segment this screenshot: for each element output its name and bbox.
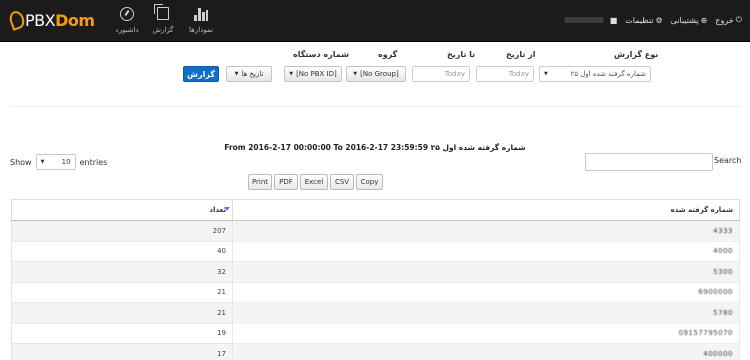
number-cell: 5300 bbox=[232, 261, 740, 282]
nav-logout-label: خروج bbox=[715, 15, 734, 25]
generate-report-label: گزارش bbox=[186, 69, 215, 79]
group-label: گروه bbox=[378, 50, 398, 59]
count-column-header[interactable]: تعداد bbox=[11, 199, 233, 221]
group-select[interactable]: ▼ [No Group] bbox=[346, 66, 406, 82]
logo-brand: Dom bbox=[55, 10, 95, 30]
number-cell: 09157795070 bbox=[232, 322, 740, 344]
copy-button[interactable]: Copy bbox=[356, 174, 383, 190]
to-date-placeholder: Today bbox=[444, 70, 465, 78]
entries-label: entries bbox=[79, 157, 108, 167]
nav-dashboard-label: داشبورد bbox=[115, 26, 139, 34]
logo-text: PBXDom bbox=[25, 11, 95, 30]
table-row: 40 4000 bbox=[11, 240, 740, 262]
report-type-label: نوع گزارش bbox=[614, 50, 659, 59]
number-cell: 4000 bbox=[232, 240, 740, 262]
date-history-dropdown[interactable]: ▼ تاریخ ها bbox=[226, 66, 272, 82]
number-column-header[interactable]: شماره گرفته شده bbox=[232, 199, 740, 221]
gear-icon: ⚙ bbox=[655, 15, 663, 25]
plus-circle-icon: ⊕ bbox=[700, 15, 708, 25]
section-divider bbox=[10, 106, 740, 107]
from-date-placeholder: Today bbox=[508, 70, 529, 78]
nav-dashboard[interactable]: داشبورد bbox=[110, 7, 144, 34]
nav-settings-label: تنظیمات bbox=[625, 15, 654, 25]
table-row: 207 4333 bbox=[11, 220, 740, 241]
count-cell: 17 bbox=[11, 343, 233, 360]
nav-settings[interactable]: تنظیمات ⚙ bbox=[625, 16, 662, 25]
caret-down-icon: ▼ bbox=[40, 159, 45, 165]
search-label: Search bbox=[714, 156, 742, 165]
caret-down-icon: ▼ bbox=[234, 71, 239, 77]
right-nav: ■ تنظیمات ⚙ پشتیبانی ⊕ خروج ⏻ bbox=[552, 12, 742, 28]
report-type-value: ۲۵ شماره گرفته شده اول bbox=[570, 70, 646, 78]
chevron-down-icon: ▼ bbox=[544, 71, 548, 77]
entries-select[interactable]: ▼ 10 bbox=[35, 154, 76, 170]
pdf-button[interactable]: PDF bbox=[274, 174, 298, 190]
page-length-control: Show ▼ 10 entries bbox=[10, 154, 107, 170]
table-search-input[interactable] bbox=[585, 153, 713, 171]
table-row: 17 400000 bbox=[11, 343, 740, 360]
table-row: 19 09157795070 bbox=[11, 322, 740, 344]
nav-report-label: گزارش bbox=[152, 26, 174, 34]
sort-desc-icon bbox=[224, 207, 230, 211]
nav-support[interactable]: پشتیبانی ⊕ bbox=[671, 16, 708, 25]
report-filter-form: نوع گزارش ▼ ۲۵ شماره گرفته شده اول از تا… bbox=[0, 42, 750, 92]
show-label: Show bbox=[10, 157, 32, 167]
report-type-select[interactable]: ▼ ۲۵ شماره گرفته شده اول bbox=[539, 66, 651, 82]
nav-charts[interactable]: نمودارها bbox=[184, 7, 218, 34]
caret-down-icon: ▼ bbox=[353, 71, 358, 77]
count-cell: 32 bbox=[11, 261, 233, 282]
to-date-label: تا تاریخ bbox=[447, 50, 476, 59]
logo-icon bbox=[7, 9, 27, 31]
username-redacted bbox=[563, 17, 604, 23]
user-icon: ■ bbox=[609, 15, 618, 25]
count-cell: 207 bbox=[11, 220, 233, 241]
device-label: شماره دستگاه bbox=[293, 50, 349, 59]
report-icon bbox=[154, 4, 169, 20]
count-cell: 21 bbox=[11, 281, 233, 303]
nav-report[interactable]: گزارش bbox=[146, 4, 180, 34]
device-select[interactable]: ▼ [No PBX ID] bbox=[284, 66, 342, 82]
number-cell: 4333 bbox=[232, 220, 740, 241]
csv-button[interactable]: CSV bbox=[330, 174, 354, 190]
count-cell: 40 bbox=[11, 240, 233, 262]
user-menu[interactable]: ■ bbox=[560, 15, 618, 25]
from-date-label: از تاریخ bbox=[506, 50, 536, 59]
generate-report-button[interactable]: گزارش bbox=[183, 66, 219, 82]
bar-chart-icon bbox=[194, 7, 208, 21]
count-cell: 19 bbox=[11, 322, 233, 344]
report-title: From 2016-2-17 00:00:00 To 2016-2-17 23:… bbox=[224, 143, 526, 152]
group-value: [No Group] bbox=[360, 70, 399, 78]
dashboard-icon bbox=[120, 7, 134, 21]
to-date-input[interactable]: Today bbox=[412, 66, 470, 82]
caret-down-icon: ▼ bbox=[289, 71, 294, 77]
power-icon: ⏻ bbox=[735, 15, 742, 24]
nav-logout[interactable]: خروج ⏻ bbox=[715, 15, 742, 25]
export-buttons: Print PDF Excel CSV Copy bbox=[248, 174, 385, 190]
table-header-row: تعداد شماره گرفته شده bbox=[11, 199, 740, 221]
top-navbar: PBXDom داشبورد گزارش نمودارها ■ تنظیمات … bbox=[0, 0, 750, 42]
logo-prefix: PBX bbox=[25, 10, 56, 30]
nav-charts-label: نمودارها bbox=[189, 26, 213, 34]
count-cell: 21 bbox=[11, 302, 233, 323]
table-row: 21 5780 bbox=[11, 302, 740, 323]
number-cell: 5780 bbox=[232, 302, 740, 323]
device-value: [No PBX ID] bbox=[296, 70, 337, 78]
report-table: تعداد شماره گرفته شده 207 4333 40 4000 3… bbox=[11, 199, 740, 360]
from-date-input[interactable]: Today bbox=[476, 66, 534, 82]
number-cell: 6900000 bbox=[232, 281, 740, 303]
excel-button[interactable]: Excel bbox=[300, 174, 328, 190]
number-cell: 400000 bbox=[232, 343, 740, 360]
date-history-label: تاریخ ها bbox=[241, 70, 264, 78]
app-logo[interactable]: PBXDom bbox=[7, 9, 95, 31]
print-button[interactable]: Print bbox=[248, 174, 272, 190]
entries-value: 10 bbox=[61, 158, 71, 166]
number-column-label: شماره گرفته شده bbox=[670, 206, 733, 214]
nav-support-label: پشتیبانی bbox=[670, 15, 699, 25]
table-row: 32 5300 bbox=[11, 261, 740, 282]
table-row: 21 6900000 bbox=[11, 281, 740, 303]
